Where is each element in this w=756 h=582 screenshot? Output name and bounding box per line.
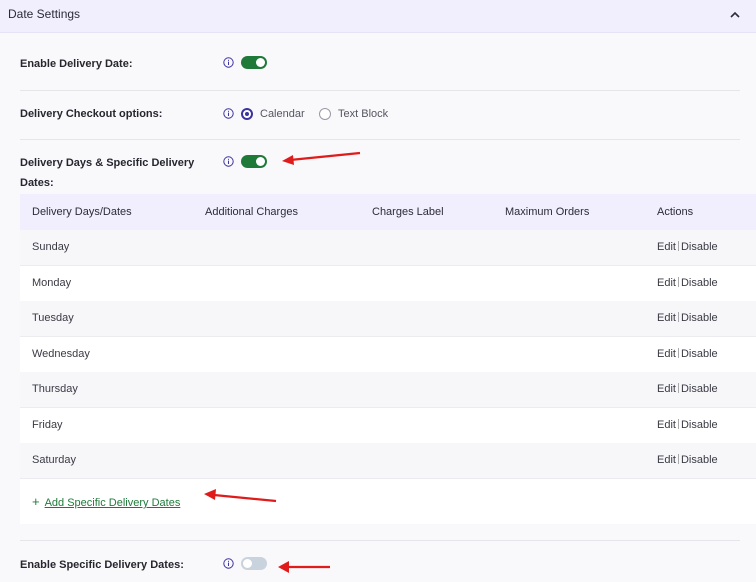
enable-specific-dates-toggle[interactable] (241, 557, 267, 570)
edit-link[interactable]: Edit (657, 419, 676, 431)
row-actions: Edit Disable (657, 454, 718, 466)
text-block-radio-label[interactable]: Text Block (338, 108, 388, 120)
disable-link[interactable]: Disable (681, 454, 718, 466)
action-separator (677, 312, 679, 322)
column-header: Delivery Days/Dates (32, 206, 132, 218)
table-row: Saturday Edit Disable (20, 443, 756, 479)
table-row: Friday Edit Disable (20, 408, 756, 444)
day-cell: Thursday (32, 383, 78, 395)
section-header[interactable]: Date Settings (0, 0, 756, 33)
checkout-options-label: Delivery Checkout options: (20, 108, 163, 120)
text-block-radio[interactable] (319, 108, 331, 120)
enable-specific-dates-label: Enable Specific Delivery Dates: (20, 559, 184, 571)
calendar-radio[interactable] (241, 108, 253, 120)
disable-link[interactable]: Disable (681, 348, 718, 360)
disable-link[interactable]: Disable (681, 312, 718, 324)
toggle-knob (256, 58, 265, 67)
delivery-days-label-cont: Dates: (20, 177, 54, 189)
delivery-days-table: Delivery Days/Dates Additional Charges C… (20, 194, 756, 524)
edit-link[interactable]: Edit (657, 454, 676, 466)
column-header: Charges Label (372, 206, 444, 218)
action-separator (677, 277, 679, 287)
day-cell: Friday (32, 419, 63, 431)
day-cell: Wednesday (32, 348, 90, 360)
column-header: Actions (657, 206, 694, 218)
annotation-arrow-icon (282, 151, 361, 165)
row-actions: Edit Disable (657, 241, 718, 253)
edit-link[interactable]: Edit (657, 348, 676, 360)
delivery-days-toggle[interactable] (241, 155, 267, 168)
action-separator (677, 454, 679, 464)
table-row: Sunday Edit Disable (20, 230, 756, 266)
day-cell: Tuesday (32, 312, 74, 324)
table-row: Monday Edit Disable (20, 266, 756, 302)
row-actions: Edit Disable (657, 348, 718, 360)
chevron-up-icon[interactable] (728, 9, 742, 21)
edit-link[interactable]: Edit (657, 312, 676, 324)
info-icon[interactable] (223, 156, 234, 167)
row-actions: Edit Disable (657, 277, 718, 289)
row-actions: Edit Disable (657, 312, 718, 324)
edit-link[interactable]: Edit (657, 277, 676, 289)
enable-delivery-date-label: Enable Delivery Date: (20, 58, 133, 70)
plus-icon: + (32, 494, 40, 509)
add-specific-dates-button[interactable]: + Add Specific Delivery Dates (32, 494, 180, 509)
info-icon[interactable] (223, 57, 234, 68)
section-title: Date Settings (8, 7, 81, 21)
action-separator (677, 419, 679, 429)
toggle-knob (243, 559, 252, 568)
annotation-arrow-icon (204, 489, 277, 503)
table-row: Tuesday Edit Disable (20, 301, 756, 337)
table-row: Wednesday Edit Disable (20, 337, 756, 373)
edit-link[interactable]: Edit (657, 241, 676, 253)
table-header: Delivery Days/Dates Additional Charges C… (20, 194, 756, 230)
divider (20, 139, 740, 140)
disable-link[interactable]: Disable (681, 419, 718, 431)
action-separator (677, 348, 679, 358)
day-cell: Monday (32, 277, 72, 289)
calendar-radio-label[interactable]: Calendar (260, 108, 305, 120)
day-cell: Saturday (32, 454, 77, 466)
add-specific-dates-link[interactable]: Add Specific Delivery Dates (45, 497, 181, 509)
table-row: Thursday Edit Disable (20, 372, 756, 408)
enable-delivery-date-toggle[interactable] (241, 56, 267, 69)
info-icon[interactable] (223, 108, 234, 119)
toggle-knob (256, 157, 265, 166)
disable-link[interactable]: Disable (681, 241, 718, 253)
disable-link[interactable]: Disable (681, 277, 718, 289)
column-header: Maximum Orders (505, 206, 590, 218)
row-actions: Edit Disable (657, 383, 718, 395)
annotation-arrow-icon (278, 561, 330, 573)
divider (20, 540, 740, 541)
column-header: Additional Charges (205, 206, 298, 218)
disable-link[interactable]: Disable (681, 383, 718, 395)
action-separator (677, 241, 679, 251)
divider (20, 90, 740, 91)
row-actions: Edit Disable (657, 419, 718, 431)
delivery-days-label: Delivery Days & Specific Delivery (20, 157, 195, 169)
edit-link[interactable]: Edit (657, 383, 676, 395)
info-icon[interactable] (223, 558, 234, 569)
day-cell: Sunday (32, 241, 70, 253)
action-separator (677, 383, 679, 393)
